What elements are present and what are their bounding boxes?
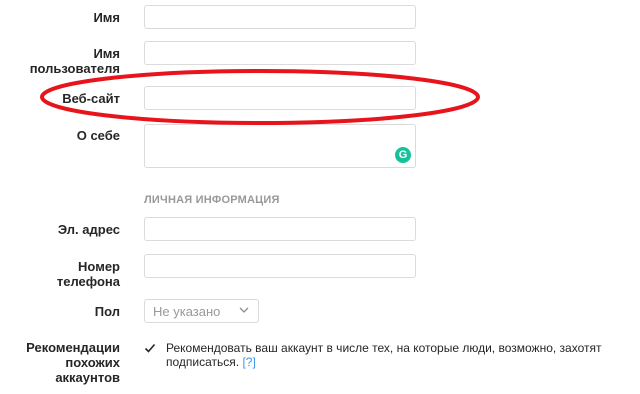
phone-label-line2: телефона [56, 274, 120, 289]
phone-label: Номер телефона [57, 259, 120, 289]
website-label: Веб-сайт [62, 91, 120, 106]
recommendations-label-line3: аккаунтов [55, 370, 120, 385]
email-label: Эл. адрес [57, 222, 120, 237]
username-label-line1: Имя [93, 46, 120, 61]
recommendations-text: Рекомендовать ваш аккаунт в числе тех, н… [166, 341, 626, 369]
gender-select-value: Не указано [153, 304, 221, 319]
grammarly-icon[interactable]: G [395, 147, 411, 163]
bio-textarea[interactable] [144, 124, 416, 168]
username-input[interactable] [144, 41, 416, 65]
phone-label-line1: Номер [78, 259, 120, 274]
check-icon [144, 343, 156, 353]
name-label: Имя [93, 10, 120, 25]
recommendations-help-link[interactable]: [?] [242, 355, 255, 369]
username-label: Имя пользователя [30, 46, 120, 76]
chevron-down-icon [239, 307, 249, 313]
recommendations-checkbox[interactable] [144, 342, 156, 354]
recommendations-label-line2: похожих [65, 355, 120, 370]
bio-label: О себе [76, 128, 120, 143]
gender-select[interactable]: Не указано [144, 299, 259, 323]
phone-input[interactable] [144, 254, 416, 278]
gender-label: Пол [94, 304, 120, 319]
recommendations-label: Рекомендации похожих аккаунтов [26, 340, 120, 385]
email-input[interactable] [144, 217, 416, 241]
website-input[interactable] [144, 86, 416, 110]
username-label-line2: пользователя [29, 61, 120, 76]
name-input[interactable] [144, 5, 416, 29]
private-info-heading: ЛИЧНАЯ ИНФОРМАЦИЯ [144, 194, 280, 206]
recommendations-description: Рекомендовать ваш аккаунт в числе тех, н… [166, 341, 602, 369]
recommendations-label-line1: Рекомендации [26, 340, 120, 355]
